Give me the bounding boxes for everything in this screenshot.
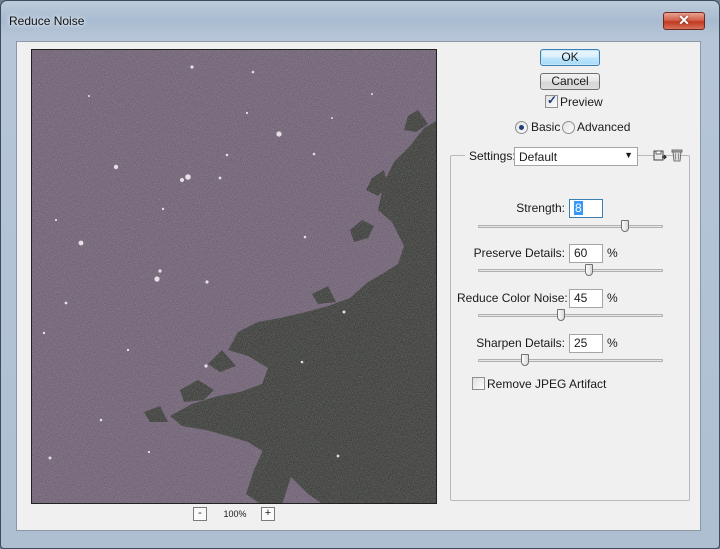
settings-label: Settings:: [465, 149, 520, 163]
radio-selected-dot: [519, 125, 524, 130]
zoom-controls: - 100% +: [193, 507, 277, 523]
sharpen-details-slider-thumb[interactable]: [520, 354, 529, 366]
reduce-color-noise-label: Reduce Color Noise:: [457, 291, 568, 305]
close-button[interactable]: ✕: [663, 12, 705, 30]
window-title: Reduce Noise: [9, 14, 85, 28]
advanced-radio[interactable]: [562, 121, 575, 134]
cancel-button[interactable]: Cancel: [540, 73, 600, 90]
close-icon: ✕: [678, 12, 690, 28]
strength-slider-track[interactable]: [478, 220, 663, 232]
save-settings-icon[interactable]: [653, 148, 667, 162]
preserve-details-slider-thumb[interactable]: [584, 264, 593, 276]
settings-dropdown[interactable]: Default ▼: [514, 147, 638, 166]
percent-label: %: [607, 246, 618, 260]
reduce-color-noise-input[interactable]: 45: [569, 289, 603, 308]
preview-label: Preview: [560, 95, 603, 109]
sharpen-details-label: Sharpen Details:: [476, 336, 565, 350]
zoom-level: 100%: [223, 509, 247, 519]
zoom-out-button[interactable]: -: [193, 507, 207, 521]
remove-jpeg-artifact-checkbox[interactable]: [472, 377, 485, 390]
strength-input[interactable]: 8: [569, 199, 603, 218]
remove-jpeg-artifact-label: Remove JPEG Artifact: [487, 377, 607, 391]
preview-image[interactable]: [31, 49, 437, 504]
percent-label: %: [607, 336, 618, 350]
advanced-label: Advanced: [577, 120, 631, 134]
preserve-details-slider-track[interactable]: [478, 264, 663, 276]
dialog-client-area: - 100% + OK Cancel ✓ Preview Basic Advan…: [16, 41, 701, 531]
basic-radio[interactable]: [515, 121, 528, 134]
ok-button[interactable]: OK: [540, 49, 600, 66]
percent-label: %: [607, 291, 618, 305]
basic-label: Basic: [531, 120, 561, 134]
strength-slider-thumb[interactable]: [621, 220, 630, 232]
checkmark-icon: ✓: [547, 93, 558, 107]
trash-icon[interactable]: [670, 148, 684, 162]
chevron-down-icon: ▼: [624, 150, 633, 160]
title-bar[interactable]: Reduce Noise ✕: [1, 1, 719, 39]
preview-checkbox[interactable]: ✓: [545, 93, 558, 108]
preserve-details-label: Preserve Details:: [473, 246, 565, 260]
sharpen-details-input[interactable]: 25: [569, 334, 603, 353]
reduce-color-noise-slider-track[interactable]: [478, 309, 663, 321]
preserve-details-input[interactable]: 60: [569, 244, 603, 263]
reduce-color-noise-slider-thumb[interactable]: [557, 309, 566, 321]
night-sky-photo: [32, 50, 436, 503]
dialog-window: Reduce Noise ✕ - 100% + OK Cancel ✓ Prev…: [0, 0, 720, 549]
zoom-in-button[interactable]: +: [261, 507, 275, 521]
strength-label: Strength:: [516, 201, 565, 215]
sharpen-details-slider-track[interactable]: [478, 354, 663, 366]
settings-value: Default: [519, 150, 558, 164]
